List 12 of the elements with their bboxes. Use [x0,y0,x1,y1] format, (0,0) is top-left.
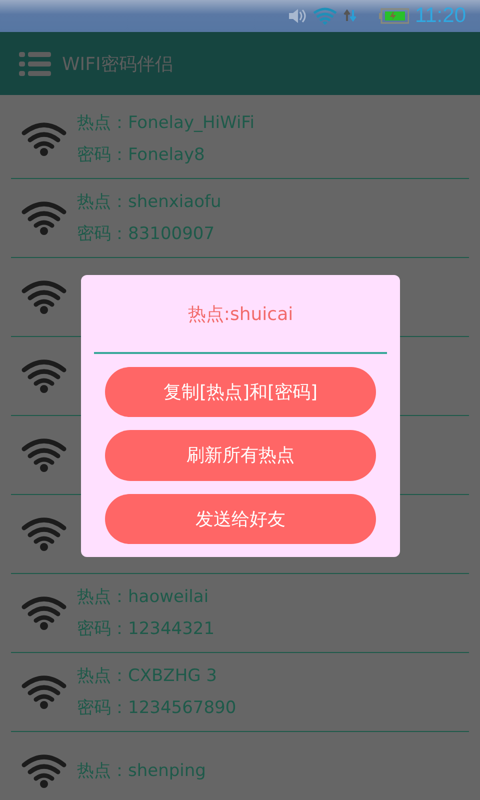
password-text: 密码：12344321 [77,618,215,641]
hotspot-text: 热点：shenxiaofu [77,191,222,214]
hotspot-text: 热点：Fonelay_HiWiFi [77,112,254,135]
password-text: 密码：83100907 [77,223,216,246]
password-text: 密码：1234567890 [77,697,236,720]
clock: 11:20 [415,4,466,28]
app-title: WIFI密码伴侣 [62,52,173,76]
hotspot-text: 热点：haoweilai [77,586,210,609]
dialog-title: 热点:shuicai [188,303,294,326]
hotspot-text: 热点：CXBZHG 3 [77,665,218,688]
hotspot-text: 热点：shenping [77,760,206,783]
password-text: 密码：Fonelay8 [77,144,206,167]
